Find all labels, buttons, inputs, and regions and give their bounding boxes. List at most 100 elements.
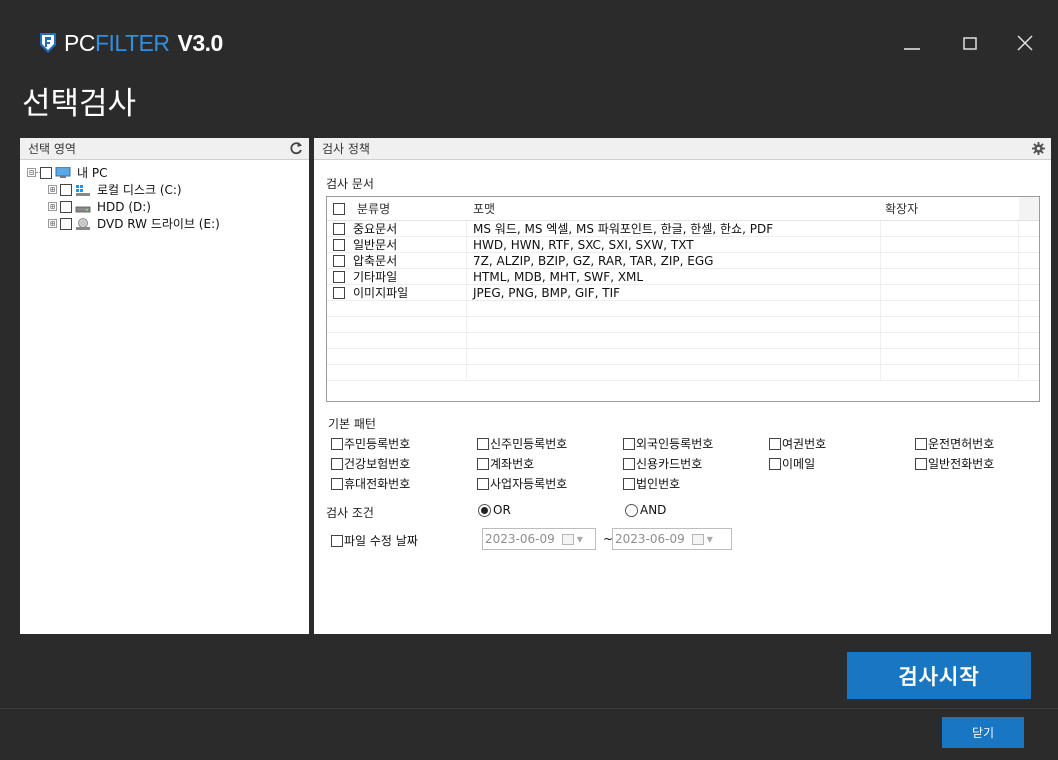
or-radio-option[interactable]: OR — [478, 503, 511, 517]
row-extension — [881, 253, 1019, 268]
selection-area-panel: 선택 영역 ⊟ 내 PC ⊞ 로컬 디스크 (C:) ⊞ HDD (D:) ⊞ … — [20, 138, 309, 634]
pattern-checkbox[interactable] — [477, 437, 489, 450]
column-header-category[interactable]: 분류명 — [351, 197, 467, 220]
drive-e-checkbox[interactable] — [60, 217, 72, 230]
pattern-checkbox[interactable] — [623, 437, 635, 450]
pattern-item[interactable]: 건강보험번호 — [331, 455, 410, 472]
tree-node-drive-e[interactable]: ⊞ DVD RW 드라이브 (E:) — [20, 215, 309, 232]
start-scan-button[interactable]: 검사시작 — [847, 652, 1031, 699]
row-formats: HTML, MDB, MHT, SWF, XML — [467, 269, 881, 284]
row-category: 이미지파일 — [351, 285, 467, 300]
close-button[interactable]: 닫기 — [942, 717, 1024, 748]
page-title: 선택검사 — [22, 86, 137, 122]
empty-row — [327, 365, 1039, 381]
pattern-item[interactable]: 이메일 — [769, 455, 815, 472]
expand-toggle[interactable]: ⊞ — [48, 219, 57, 228]
row-formats: HWD, HWN, RTF, SXC, SXI, SXW, TXT — [467, 237, 881, 252]
basic-patterns-title: 기본 패턴 — [328, 417, 376, 431]
calendar-icon[interactable] — [561, 533, 574, 545]
pattern-label: 신주민등록번호 — [490, 437, 568, 451]
footer-divider — [0, 708, 1058, 709]
close-window-button[interactable] — [1008, 28, 1042, 58]
pattern-item[interactable]: 신용카드번호 — [623, 455, 702, 472]
scan-policy-title: 검사 정책 — [322, 142, 370, 156]
document-grid-header: 분류명 포맷 확장자 — [327, 197, 1039, 221]
column-header-format[interactable]: 포맷 — [467, 197, 881, 220]
pattern-item[interactable]: 신주민등록번호 — [477, 435, 567, 452]
date-from-picker[interactable]: 2023-06-09 ▼ — [482, 528, 596, 550]
row-checkbox[interactable] — [333, 270, 345, 283]
refresh-icon[interactable] — [289, 141, 303, 155]
table-row[interactable]: 압축문서 7Z, ALZIP, BZIP, GZ, RAR, TAR, ZIP,… — [327, 253, 1039, 269]
minimize-icon — [904, 48, 920, 50]
selection-area-header: 선택 영역 — [20, 138, 309, 160]
pattern-checkbox[interactable] — [915, 437, 927, 450]
empty-row — [327, 333, 1039, 349]
calendar-icon[interactable] — [691, 533, 704, 545]
logo-pc-text: PC — [64, 30, 95, 56]
pattern-checkbox[interactable] — [477, 477, 489, 490]
expand-toggle[interactable]: ⊞ — [48, 202, 57, 211]
row-category: 압축문서 — [351, 253, 467, 268]
tree-node-drive-c[interactable]: ⊞ 로컬 디스크 (C:) — [20, 181, 309, 198]
date-from-value: 2023-06-09 — [485, 532, 555, 546]
pattern-checkbox[interactable] — [769, 457, 781, 470]
row-checkbox[interactable] — [333, 222, 345, 235]
pattern-item[interactable]: 외국인등록번호 — [623, 435, 713, 452]
table-row[interactable]: 일반문서 HWD, HWN, RTF, SXC, SXI, SXW, TXT — [327, 237, 1039, 253]
pattern-label: 법인번호 — [636, 477, 681, 491]
pattern-item[interactable]: 사업자등록번호 — [477, 475, 567, 492]
and-radio[interactable] — [625, 503, 638, 517]
table-row[interactable]: 중요문서 MS 워드, MS 엑셀, MS 파워포인트, 한글, 한셀, 한쇼,… — [327, 221, 1039, 237]
pattern-checkbox[interactable] — [623, 457, 635, 470]
chevron-down-icon[interactable]: ▼ — [707, 535, 713, 544]
drive-c-checkbox[interactable] — [60, 183, 72, 196]
empty-row — [327, 349, 1039, 365]
row-extension — [881, 269, 1019, 284]
pattern-checkbox[interactable] — [331, 437, 343, 450]
date-to-picker[interactable]: 2023-06-09 ▼ — [612, 528, 732, 550]
pattern-item[interactable]: 일반전화번호 — [915, 455, 994, 472]
pattern-item[interactable]: 휴대전화번호 — [331, 475, 410, 492]
pattern-item[interactable]: 운전면허번호 — [915, 435, 994, 452]
minimize-button[interactable] — [895, 28, 929, 58]
modified-date-checkbox[interactable] — [331, 534, 343, 547]
pattern-label: 계좌번호 — [490, 457, 535, 471]
select-all-checkbox[interactable] — [333, 202, 345, 215]
my-pc-checkbox[interactable] — [40, 166, 52, 179]
collapse-toggle[interactable]: ⊟ — [27, 168, 36, 177]
pattern-checkbox[interactable] — [769, 437, 781, 450]
pattern-item[interactable]: 주민등록번호 — [331, 435, 410, 452]
pattern-item[interactable]: 계좌번호 — [477, 455, 534, 472]
table-row[interactable]: 이미지파일 JPEG, PNG, BMP, GIF, TIF — [327, 285, 1039, 301]
and-radio-option[interactable]: AND — [625, 503, 666, 517]
drive-d-checkbox[interactable] — [60, 200, 72, 213]
pattern-checkbox[interactable] — [477, 457, 489, 470]
pattern-checkbox[interactable] — [915, 457, 927, 470]
scan-documents-title: 검사 문서 — [326, 177, 374, 191]
table-row[interactable]: 기타파일 HTML, MDB, MHT, SWF, XML — [327, 269, 1039, 285]
pattern-label: 운전면허번호 — [928, 437, 995, 451]
modified-date-filter[interactable]: 파일 수정 날짜 — [331, 532, 418, 549]
tree-node-drive-d[interactable]: ⊞ HDD (D:) — [20, 198, 309, 215]
maximize-button[interactable] — [953, 28, 987, 58]
empty-row — [327, 301, 1039, 317]
row-checkbox[interactable] — [333, 238, 345, 251]
pattern-item[interactable]: 여권번호 — [769, 435, 826, 452]
tree-label-drive-d: HDD (D:) — [97, 199, 151, 214]
or-radio[interactable] — [478, 503, 491, 517]
hard-drive-icon — [75, 206, 91, 212]
row-checkbox[interactable] — [333, 254, 345, 267]
pattern-checkbox[interactable] — [331, 477, 343, 490]
pattern-checkbox[interactable] — [623, 477, 635, 490]
tree-node-my-pc[interactable]: ⊟ 내 PC — [20, 164, 309, 181]
row-checkbox[interactable] — [333, 286, 345, 299]
close-icon — [1017, 35, 1033, 51]
row-extension — [881, 237, 1019, 252]
gear-icon[interactable] — [1032, 142, 1045, 155]
pattern-item[interactable]: 법인번호 — [623, 475, 680, 492]
pattern-checkbox[interactable] — [331, 457, 343, 470]
column-header-extension[interactable]: 확장자 — [881, 197, 1019, 220]
chevron-down-icon[interactable]: ▼ — [577, 535, 583, 544]
expand-toggle[interactable]: ⊞ — [48, 185, 57, 194]
